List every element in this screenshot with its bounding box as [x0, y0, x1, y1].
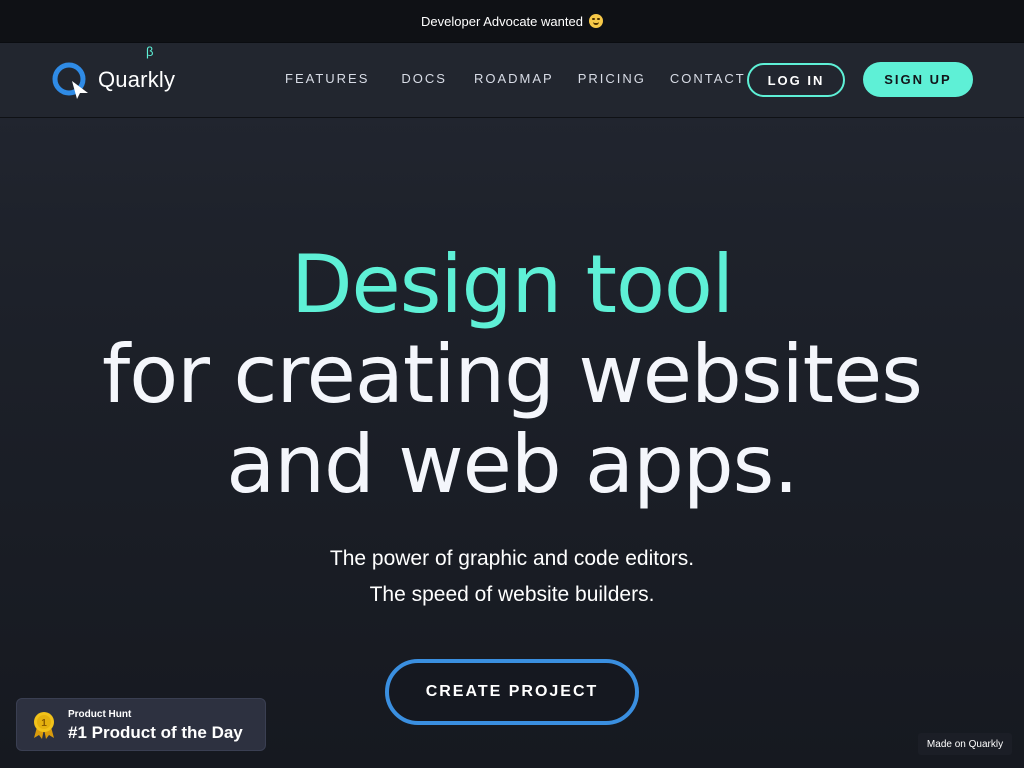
logo[interactable]: Quarkly: [50, 60, 175, 100]
medal-number: 1: [41, 718, 47, 729]
announcement-bar[interactable]: Developer Advocate wanted: [0, 0, 1024, 43]
nav-pricing[interactable]: PRICING: [578, 71, 646, 86]
subtitle-line-2: The speed of website builders.: [369, 583, 655, 606]
beta-badge: β: [146, 44, 154, 59]
hero-line-accent: Design tool: [290, 238, 734, 331]
quarkly-logo-icon: [52, 62, 88, 99]
product-hunt-award: #1 Product of the Day: [68, 723, 243, 742]
hero-line-3: and web apps.: [226, 418, 799, 511]
nav-roadmap[interactable]: ROADMAP: [474, 71, 554, 86]
page: Developer Advocate wanted Quarkly β FEAT…: [0, 0, 1024, 768]
logo-text: Quarkly: [98, 67, 176, 92]
product-hunt-label: Product Hunt: [68, 709, 132, 720]
medal-icon: 1: [34, 712, 54, 739]
signup-button[interactable]: SIGN UP: [863, 62, 973, 97]
hero-headline: Design tool for creating websites and we…: [0, 240, 1024, 510]
create-project-button[interactable]: CREATE PROJECT: [385, 659, 639, 725]
hero-subtitle: The power of graphic and code editors. T…: [0, 541, 1024, 613]
main-nav: FEATURES DOCS ROADMAP PRICING CONTACT: [285, 71, 746, 86]
product-hunt-badge[interactable]: 1 Product Hunt #1 Product of the Day: [16, 698, 266, 751]
nav-contact[interactable]: CONTACT: [670, 71, 746, 86]
nav-docs[interactable]: DOCS: [401, 71, 447, 86]
nav-features[interactable]: FEATURES: [285, 71, 369, 86]
login-button[interactable]: LOG IN: [747, 63, 845, 97]
hugging-face-emoji-icon: [588, 14, 603, 28]
subtitle-line-1: The power of graphic and code editors.: [329, 547, 695, 570]
hero-line-2: for creating websites: [102, 328, 923, 421]
site-header: Quarkly β FEATURES DOCS ROADMAP PRICING …: [0, 43, 1024, 118]
made-on-quarkly-badge[interactable]: Made on Quarkly: [918, 733, 1012, 755]
announcement-text[interactable]: Developer Advocate wanted: [421, 14, 583, 29]
